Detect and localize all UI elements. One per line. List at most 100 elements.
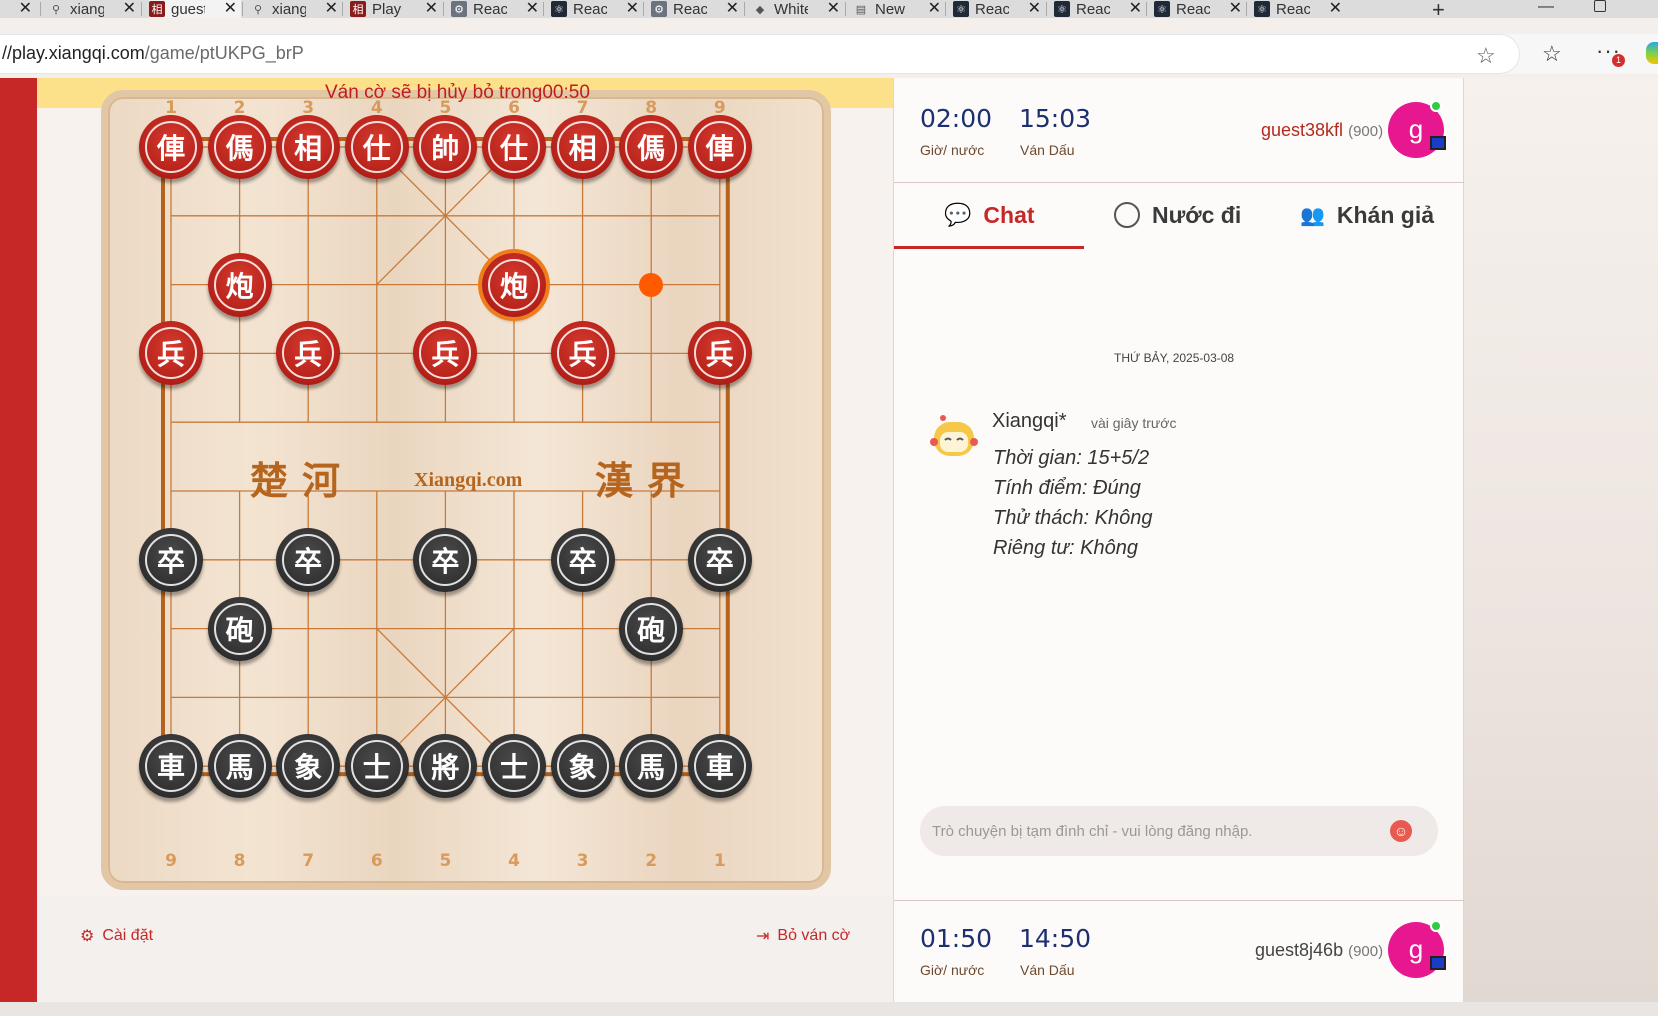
red-piece[interactable]: 相 [550, 115, 615, 179]
black-piece[interactable]: 砲 [207, 596, 272, 661]
country-flag-icon [1430, 136, 1446, 150]
tab-chat-label: Chat [983, 201, 1035, 228]
resign-button[interactable]: ⇥ Bỏ ván cờ [756, 926, 850, 946]
browser-tab[interactable]: ⚛ React ✕ [551, 0, 643, 18]
browser-tab[interactable]: ⚲ xiangq ✕ [48, 0, 140, 18]
browser-tab[interactable]: ⚙ React ✕ [451, 0, 543, 18]
close-icon[interactable]: ✕ [325, 0, 338, 18]
red-piece[interactable]: 俥 [687, 115, 752, 179]
browser-tab-label: React [1176, 0, 1210, 18]
tab-moves[interactable]: Nước đi [1114, 182, 1241, 248]
red-piece[interactable]: 帥 [413, 115, 478, 179]
browser-tab[interactable]: ⚲ xiangq ✕ [250, 0, 342, 18]
black-piece[interactable]: 馬 [619, 734, 684, 799]
new-tab-button[interactable]: + [1432, 0, 1445, 23]
browser-tab[interactable]: ⚛ React ✕ [953, 0, 1045, 18]
black-piece[interactable]: 車 [687, 734, 752, 799]
black-piece[interactable]: 卒 [139, 527, 203, 592]
close-icon[interactable]: ✕ [224, 0, 237, 18]
url-host: //play.xiangqi.com [2, 43, 145, 63]
file-coordinate: 1 [713, 851, 726, 871]
red-piece[interactable]: 仕 [482, 115, 546, 179]
browser-tab[interactable]: ◆ White ✕ [752, 0, 844, 18]
red-piece[interactable]: 傌 [207, 115, 272, 179]
red-piece[interactable]: 兵 [687, 321, 752, 386]
red-piece[interactable]: 兵 [550, 321, 615, 386]
minimize-button[interactable]: — [1538, 0, 1554, 16]
black-piece[interactable]: 卒 [550, 527, 615, 592]
browser-tab[interactable]: ✕ [0, 0, 36, 18]
close-icon[interactable]: ✕ [1129, 0, 1142, 18]
red-piece[interactable]: 傌 [619, 115, 684, 179]
close-icon[interactable]: ✕ [526, 0, 539, 18]
browser-tab[interactable]: ▤ New ✕ [853, 0, 945, 18]
close-icon[interactable]: ✕ [1229, 0, 1242, 18]
browser-tab-label: White [774, 0, 808, 18]
close-icon[interactable]: ✕ [123, 0, 136, 18]
chat-icon: 💬 [944, 202, 972, 227]
piece-glyph: 俥 [705, 132, 734, 165]
red-piece[interactable]: 炮 [207, 252, 272, 317]
close-icon[interactable]: ✕ [1028, 0, 1041, 18]
red-piece[interactable]: 仕 [344, 115, 409, 179]
close-icon[interactable]: ✕ [626, 0, 639, 18]
tab-separator [1146, 2, 1147, 16]
taskbar-strip [0, 1002, 1658, 1016]
piece-glyph: 相 [294, 132, 323, 165]
legal-move-dot[interactable] [639, 272, 664, 297]
browser-tab[interactable]: ⚙ React ✕ [651, 0, 743, 18]
browser-tab[interactable]: 相 Play ✕ [350, 0, 442, 18]
restore-button[interactable] [1594, 0, 1606, 12]
panel-tabs: 💬 Chat Nước đi 👥 Khán giả [894, 182, 1464, 248]
piece-glyph: 兵 [568, 338, 597, 372]
black-piece[interactable]: 士 [344, 734, 409, 799]
black-piece[interactable]: 馬 [207, 734, 272, 799]
emoji-icon[interactable]: ☺ [1390, 820, 1412, 842]
river-label-chu: 楚河 [250, 458, 355, 503]
black-piece[interactable]: 士 [482, 734, 546, 799]
black-piece[interactable]: 卒 [276, 527, 341, 592]
black-piece[interactable]: 卒 [687, 527, 752, 592]
red-piece[interactable]: 炮 [482, 252, 546, 317]
player-name[interactable]: guest8j46b (900) [1255, 940, 1383, 961]
black-piece[interactable]: 砲 [619, 596, 684, 661]
url-field[interactable]: //play.xiangqi.com/game/ptUKPG_brP ☆ [0, 34, 1520, 74]
black-piece[interactable]: 象 [550, 734, 615, 799]
close-icon[interactable]: ✕ [425, 0, 438, 18]
piece-glyph: 傌 [637, 132, 666, 165]
opponent-name[interactable]: guest38kfl (900) [1261, 120, 1383, 141]
red-piece[interactable]: 兵 [139, 321, 203, 386]
browser-tab[interactable]: 相 guest ✕ [149, 0, 241, 18]
address-bar: //play.xiangqi.com/game/ptUKPG_brP ☆ ☆ ·… [0, 34, 1658, 74]
side-accent-strip [0, 78, 37, 1002]
close-icon[interactable]: ✕ [726, 0, 739, 18]
black-piece[interactable]: 卒 [413, 527, 478, 592]
close-icon[interactable]: ✕ [827, 0, 840, 18]
red-piece[interactable]: 相 [276, 115, 341, 179]
tab-spectators[interactable]: 👥 Khán giả [1300, 182, 1434, 248]
browser-tab[interactable]: ⚛ React ✕ [1254, 0, 1346, 18]
chat-input[interactable] [932, 818, 1372, 844]
settings-button[interactable]: ⚙ Cài đặt [80, 926, 153, 946]
favorites-icon[interactable]: ☆ [1542, 41, 1562, 67]
black-piece[interactable]: 車 [139, 734, 203, 799]
piece-glyph: 俥 [156, 132, 185, 165]
bot-avatar-icon [930, 415, 978, 456]
gear-icon: ⚙ [451, 1, 467, 17]
bookmark-star-icon[interactable]: ☆ [1476, 43, 1496, 69]
close-icon[interactable]: ✕ [928, 0, 941, 18]
piece-glyph: 車 [156, 751, 185, 785]
tab-separator [40, 2, 41, 16]
copilot-icon[interactable] [1646, 42, 1658, 64]
settings-label: Cài đặt [102, 927, 154, 944]
browser-tab[interactable]: ⚛ React ✕ [1154, 0, 1246, 18]
search-icon: ⚲ [253, 3, 263, 16]
browser-tab[interactable]: ⚛ React ✕ [1054, 0, 1146, 18]
close-icon[interactable]: ✕ [1329, 0, 1342, 18]
tab-chat[interactable]: 💬 Chat [944, 182, 1035, 248]
black-piece[interactable]: 象 [276, 734, 341, 799]
red-piece[interactable]: 俥 [139, 115, 203, 179]
tab-separator [342, 2, 343, 16]
gear-icon: ⚙ [651, 1, 667, 17]
close-icon[interactable]: ✕ [19, 0, 32, 18]
